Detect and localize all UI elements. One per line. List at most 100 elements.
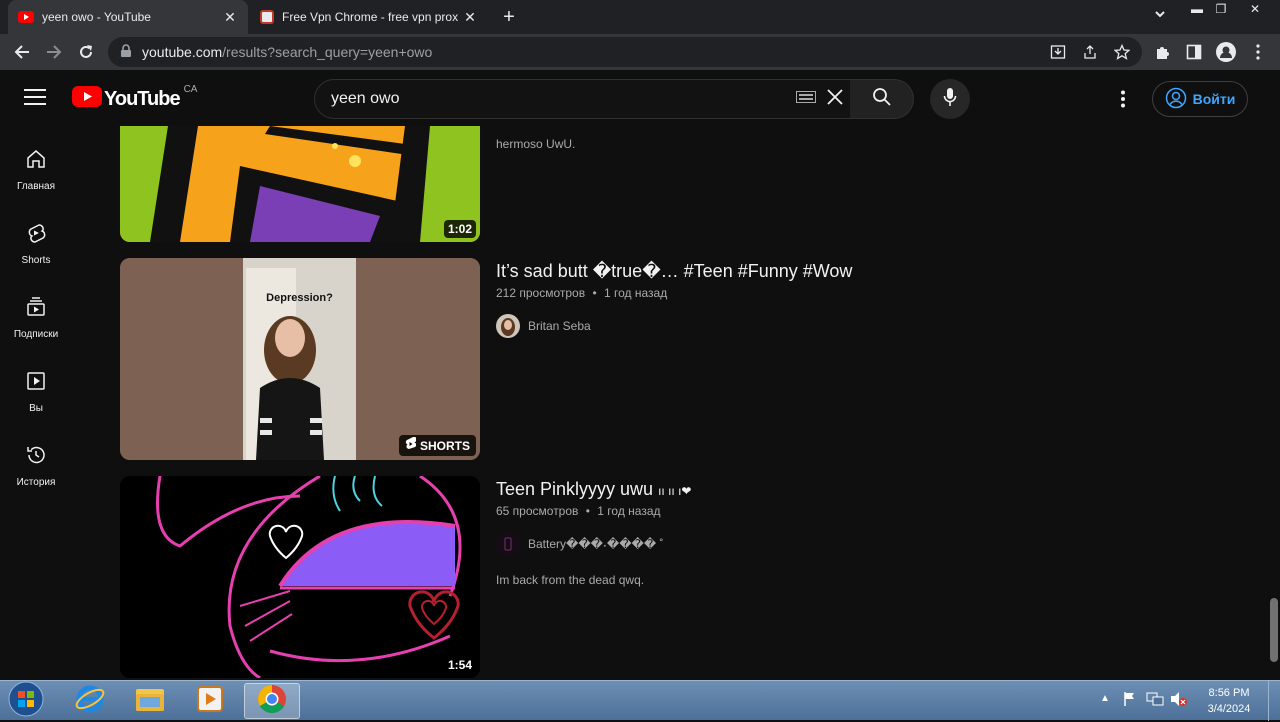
clear-search-icon[interactable] <box>826 88 844 111</box>
window-close-icon[interactable]: ✕ <box>1240 0 1270 18</box>
sign-in-button[interactable]: Войти <box>1152 81 1248 117</box>
search-icon <box>872 87 892 112</box>
profile-icon[interactable] <box>1214 40 1238 64</box>
vpn-favicon-icon <box>260 10 274 24</box>
volume-muted-icon[interactable] <box>1170 691 1188 712</box>
voice-search-button[interactable] <box>930 79 970 119</box>
channel-avatar[interactable] <box>496 314 520 338</box>
thumbnail-caption: Depression? <box>266 292 333 304</box>
windows-taskbar: ▲ 8:56 PM 3/4/2024 <box>0 680 1280 722</box>
video-title-text: Teen Pinklyyyy uwu <box>496 479 654 499</box>
youtube-logo-text: YouTube <box>104 87 181 110</box>
back-arrow-icon[interactable] <box>10 40 34 64</box>
extensions-icon[interactable] <box>1150 40 1174 64</box>
chrome-icon <box>257 684 287 719</box>
youtube-play-logo-icon <box>72 86 102 112</box>
windows-start-orb-icon <box>8 681 44 722</box>
meta-separator: • <box>585 504 590 518</box>
tab-search-icon[interactable] <box>1150 8 1170 28</box>
video-title[interactable]: It’s sad butt ⁠�true�… #Teen #Funny #Wow <box>496 261 852 282</box>
taskbar-chrome[interactable] <box>244 683 300 719</box>
sidebar-item-you[interactable]: Вы <box>0 356 72 430</box>
settings-more-icon[interactable] <box>1120 90 1126 113</box>
taskbar-internet-explorer[interactable] <box>62 683 118 719</box>
shorts-icon <box>25 222 47 249</box>
hamburger-menu-icon[interactable] <box>24 88 46 111</box>
channel-link[interactable]: Battery���˖���� ˚ <box>496 532 663 556</box>
sidebar-item-label: Вы <box>29 403 43 414</box>
video-description: Im back from the dead qwq. <box>496 573 645 587</box>
microphone-icon <box>943 87 957 112</box>
forward-arrow-icon[interactable] <box>42 40 66 64</box>
sidebar-item-subscriptions[interactable]: Подписки <box>0 282 72 356</box>
bookmark-star-icon[interactable] <box>1110 40 1134 64</box>
clock-time: 8:56 PM <box>1208 687 1250 699</box>
tab-title: Free Vpn Chrome - free vpn prox <box>282 10 459 24</box>
shorts-badge-label: SHORTS <box>419 438 470 453</box>
channel-avatar[interactable] <box>496 532 520 556</box>
view-count: 212 просмотров <box>496 286 586 300</box>
sidebar-item-label: История <box>16 477 56 488</box>
install-app-icon[interactable] <box>1046 40 1070 64</box>
tab-vpn[interactable]: Free Vpn Chrome - free vpn prox ✕ <box>250 0 488 34</box>
browser-menu-icon[interactable] <box>1246 40 1270 64</box>
start-button[interactable] <box>6 681 46 722</box>
youtube-logo[interactable]: YouTube CA <box>72 83 198 112</box>
scrollbar-thumb[interactable] <box>1270 598 1278 662</box>
network-icon[interactable] <box>1146 691 1164 712</box>
sidebar-item-history[interactable]: История <box>0 430 72 504</box>
sign-in-label: Войти <box>1192 91 1236 107</box>
view-count: 65 просмотров <box>496 504 579 518</box>
restore-icon[interactable]: ❐ <box>1206 0 1236 18</box>
new-tab-button[interactable]: + <box>498 6 520 28</box>
taskbar-file-explorer[interactable] <box>122 683 178 719</box>
keyboard-icon[interactable] <box>796 90 816 108</box>
meta-separator: • <box>592 286 597 300</box>
video-thumbnail[interactable]: 1:54 <box>120 476 480 678</box>
library-icon <box>25 370 47 397</box>
video-thumbnail[interactable]: Depression? SHORTS <box>120 258 480 460</box>
thumbnail-image <box>120 476 480 678</box>
shorts-badge-icon <box>405 436 417 454</box>
video-title[interactable]: Teen Pinklyyyy uwu ıı ıı ı❤ <box>496 479 692 500</box>
page-scrollbar[interactable] <box>1268 126 1280 680</box>
channel-name[interactable]: Britan Seba <box>528 319 591 333</box>
action-center-flag-icon[interactable] <box>1122 691 1138 712</box>
channel-link[interactable]: Britan Seba <box>496 314 591 338</box>
internet-explorer-icon <box>75 684 105 719</box>
show-desktop-button[interactable] <box>1268 681 1280 721</box>
show-hidden-icons[interactable]: ▲ <box>1100 693 1110 704</box>
close-tab-icon[interactable]: ✕ <box>462 9 478 25</box>
url-path: /results?search_query=yeen+owo <box>222 44 433 60</box>
side-panel-icon[interactable] <box>1182 40 1206 64</box>
sidebar-item-label: Главная <box>16 181 56 192</box>
reload-icon[interactable] <box>74 40 98 64</box>
sidebar-item-home[interactable]: Главная <box>0 134 72 208</box>
search-button[interactable] <box>850 79 914 119</box>
history-icon <box>25 444 47 471</box>
sidebar-item-shorts[interactable]: Shorts <box>0 208 72 282</box>
address-bar[interactable]: youtube.com/results?search_query=yeen+ow… <box>108 37 1142 67</box>
taskbar-media-player[interactable] <box>182 683 238 719</box>
tab-youtube[interactable]: yeen owo - YouTube ✕ <box>8 0 248 34</box>
system-clock[interactable]: 8:56 PM 3/4/2024 <box>1196 685 1262 717</box>
subscriptions-icon <box>25 296 47 323</box>
share-icon[interactable] <box>1078 40 1102 64</box>
tab-title: yeen owo - YouTube <box>42 10 151 24</box>
lock-icon[interactable] <box>120 43 132 61</box>
thumbnail-image <box>120 258 480 460</box>
close-tab-icon[interactable]: ✕ <box>222 9 238 25</box>
video-thumbnail[interactable]: 1:02 <box>120 126 480 242</box>
browser-tab-strip: yeen owo - YouTube ✕ Free Vpn Chrome - f… <box>0 0 1280 34</box>
account-circle-icon <box>1165 87 1187 112</box>
home-icon <box>25 148 47 175</box>
url-host: youtube.com <box>142 44 223 60</box>
region-code: CA <box>183 83 198 95</box>
search-input[interactable]: yeen owo <box>314 79 851 119</box>
video-title-suffix: ıı ıı ı❤ <box>658 484 692 498</box>
video-duration: 1:54 <box>443 656 476 674</box>
sidebar-item-label: Подписки <box>13 329 59 340</box>
channel-name[interactable]: Battery���˖���� ˚ <box>528 537 663 551</box>
media-player-icon <box>195 685 225 718</box>
video-metadata: 212 просмотров • 1 год назад <box>496 286 667 300</box>
